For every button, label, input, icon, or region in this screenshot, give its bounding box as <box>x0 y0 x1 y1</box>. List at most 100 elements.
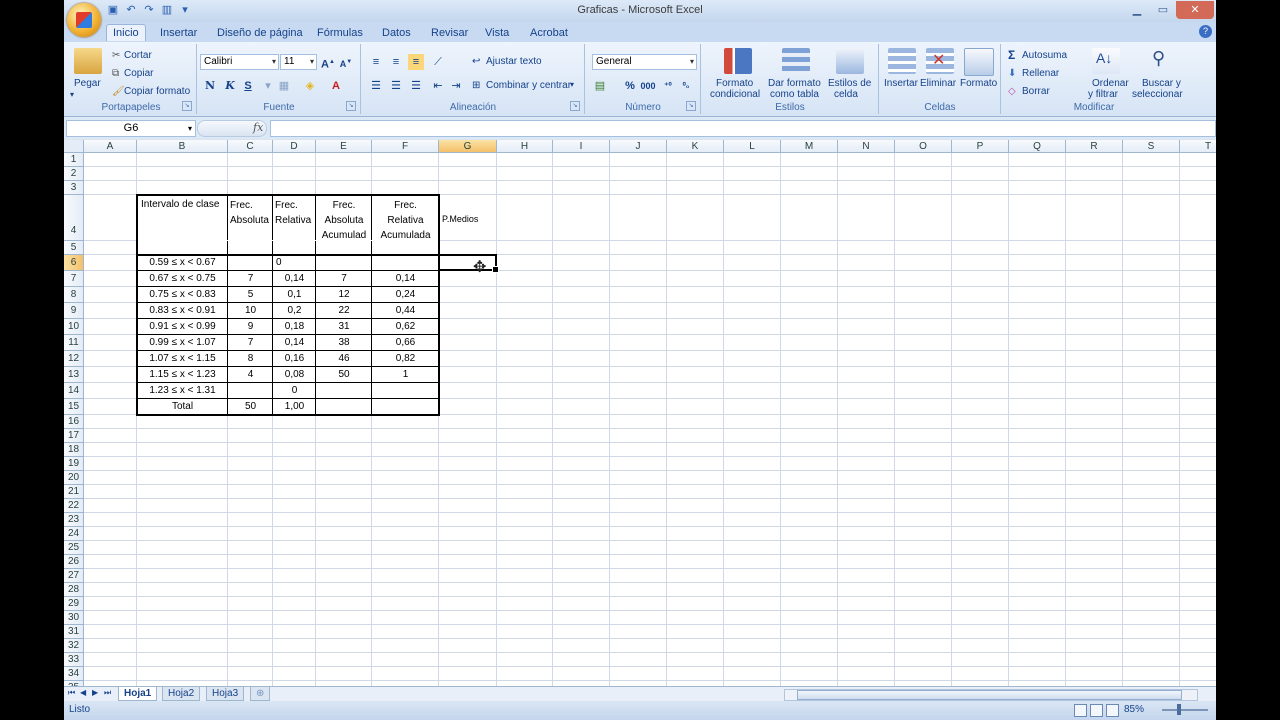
column-header-q[interactable]: Q <box>1009 140 1066 153</box>
save-icon[interactable]: ▣ <box>106 3 120 17</box>
merge-dropdown-icon[interactable]: ▾ <box>570 80 574 89</box>
sheet-tab-hoja1[interactable]: Hoja1 <box>118 687 158 701</box>
column-header-k[interactable]: K <box>667 140 724 153</box>
tab-datos[interactable]: Datos <box>376 25 417 41</box>
column-header-e[interactable]: E <box>316 140 372 153</box>
row-header-27[interactable]: 27 <box>64 569 84 583</box>
fill-button[interactable]: Rellenar <box>1022 68 1059 79</box>
next-sheet-icon[interactable]: ▶ <box>92 688 98 697</box>
cell-styles-button-2[interactable]: celda <box>834 89 858 100</box>
chart-icon[interactable]: ▥ <box>160 3 174 17</box>
name-box[interactable]: G6 <box>66 120 196 137</box>
grow-font-icon[interactable]: A▲ <box>320 54 336 71</box>
underline-button[interactable]: S <box>240 78 256 94</box>
format-cells-button[interactable]: Formato <box>960 78 997 89</box>
number-format-combo[interactable]: General <box>592 54 697 70</box>
italic-button[interactable]: K <box>222 78 238 94</box>
normal-view-icon[interactable] <box>1074 704 1087 717</box>
sort-filter-button-2[interactable]: y filtrar <box>1088 89 1118 100</box>
row-header-16[interactable]: 16 <box>64 415 84 429</box>
column-header-j[interactable]: J <box>610 140 667 153</box>
column-header-t[interactable]: T <box>1180 140 1216 153</box>
font-size-combo[interactable]: 11 <box>280 54 317 70</box>
conditional-format-button-2[interactable]: condicional <box>710 89 760 100</box>
select-all-corner[interactable] <box>64 140 84 153</box>
row-header-7[interactable]: 7 <box>64 271 84 287</box>
tab-inicio[interactable]: Inicio <box>106 24 146 41</box>
tab-vista[interactable]: Vista <box>479 25 515 41</box>
row-header-1[interactable]: 1 <box>64 153 84 167</box>
sort-filter-button[interactable]: Ordenar <box>1092 78 1129 89</box>
currency-icon[interactable]: ▤ <box>592 78 608 94</box>
row-header-26[interactable]: 26 <box>64 555 84 569</box>
help-icon[interactable]: ? <box>1199 25 1212 38</box>
column-header-b[interactable]: B <box>137 140 228 153</box>
row-header-33[interactable]: 33 <box>64 653 84 667</box>
wrap-text-button[interactable]: Ajustar texto <box>486 56 542 67</box>
row-header-21[interactable]: 21 <box>64 485 84 499</box>
column-header-c[interactable]: C <box>228 140 273 153</box>
row-header-31[interactable]: 31 <box>64 625 84 639</box>
redo-icon[interactable]: ↷ <box>142 3 156 17</box>
row-header-9[interactable]: 9 <box>64 303 84 319</box>
row-header-34[interactable]: 34 <box>64 667 84 681</box>
last-sheet-icon[interactable]: ⏭ <box>104 688 111 698</box>
cell-styles-button[interactable]: Estilos de <box>828 78 871 89</box>
increase-decimal-icon[interactable]: ⁺⁰ <box>660 78 676 94</box>
row-header-11[interactable]: 11 <box>64 335 84 351</box>
percent-icon[interactable]: % <box>622 78 638 94</box>
column-header-p[interactable]: P <box>952 140 1009 153</box>
insert-sheet-icon[interactable]: ⊕ <box>250 687 271 701</box>
tab-insertar[interactable]: Insertar <box>154 25 203 41</box>
column-header-s[interactable]: S <box>1123 140 1180 153</box>
column-header-o[interactable]: O <box>895 140 952 153</box>
find-select-button[interactable]: Buscar y <box>1142 78 1181 89</box>
sheet-tab-hoja2[interactable]: Hoja2 <box>162 687 201 701</box>
shrink-font-icon[interactable]: A▼ <box>338 54 354 70</box>
decrease-decimal-icon[interactable]: ⁰₀ <box>678 78 694 94</box>
underline-dropdown-icon[interactable]: ▾ <box>260 78 276 94</box>
font-launcher-icon[interactable]: ↘ <box>346 101 356 111</box>
alignment-launcher-icon[interactable]: ↘ <box>570 101 580 111</box>
cut-button[interactable]: Cortar <box>124 50 152 61</box>
row-header-30[interactable]: 30 <box>64 611 84 625</box>
column-header-h[interactable]: H <box>497 140 553 153</box>
row-header-28[interactable]: 28 <box>64 583 84 597</box>
paste-dropdown-icon[interactable]: ▾ <box>70 90 74 99</box>
clear-button[interactable]: Borrar <box>1022 86 1050 97</box>
row-header-14[interactable]: 14 <box>64 383 84 399</box>
formula-input[interactable] <box>270 120 1216 137</box>
delete-cells-button[interactable]: Eliminar <box>920 78 956 89</box>
align-bottom-icon[interactable]: ≡ <box>408 54 424 70</box>
tab-diseno-pagina[interactable]: Diseño de página <box>211 25 309 41</box>
worksheet-grid[interactable]: A B C D E F G H I J K L M N O P Q R S T 1 2 3 4 5 6 7 8 9 10 11 12 13 14 1… <box>64 140 1216 686</box>
column-header-n[interactable]: N <box>838 140 895 153</box>
align-top-icon[interactable]: ≡ <box>368 54 384 70</box>
row-header-8[interactable]: 8 <box>64 287 84 303</box>
row-header-18[interactable]: 18 <box>64 443 84 457</box>
row-header-10[interactable]: 10 <box>64 319 84 335</box>
increase-indent-icon[interactable]: ⇥ <box>448 78 464 94</box>
align-center-icon[interactable]: ☰ <box>388 78 404 94</box>
row-header-25[interactable]: 25 <box>64 541 84 555</box>
page-layout-view-icon[interactable] <box>1090 704 1103 717</box>
row-header-22[interactable]: 22 <box>64 499 84 513</box>
merge-center-button[interactable]: Combinar y centrar <box>486 80 571 91</box>
format-as-table-button[interactable]: Dar formato <box>768 78 821 89</box>
customize-qat-icon[interactable]: ▾ <box>178 3 192 17</box>
column-header-g[interactable]: G <box>439 140 497 153</box>
fill-color-icon[interactable]: ◈ <box>302 78 318 94</box>
row-header-19[interactable]: 19 <box>64 457 84 471</box>
column-header-m[interactable]: M <box>781 140 838 153</box>
column-header-r[interactable]: R <box>1066 140 1123 153</box>
row-header-12[interactable]: 12 <box>64 351 84 367</box>
row-header-2[interactable]: 2 <box>64 167 84 181</box>
horizontal-scrollbar[interactable] <box>784 689 1198 701</box>
row-header-5[interactable]: 5 <box>64 241 84 255</box>
tab-formulas[interactable]: Fórmulas <box>311 25 369 41</box>
zoom-level[interactable]: 85% <box>1124 704 1144 715</box>
borders-icon[interactable]: ▦ <box>276 78 292 94</box>
prev-sheet-icon[interactable]: ◀ <box>80 688 86 697</box>
column-header-i[interactable]: I <box>553 140 610 153</box>
insert-function-icon[interactable]: fx <box>253 121 263 134</box>
